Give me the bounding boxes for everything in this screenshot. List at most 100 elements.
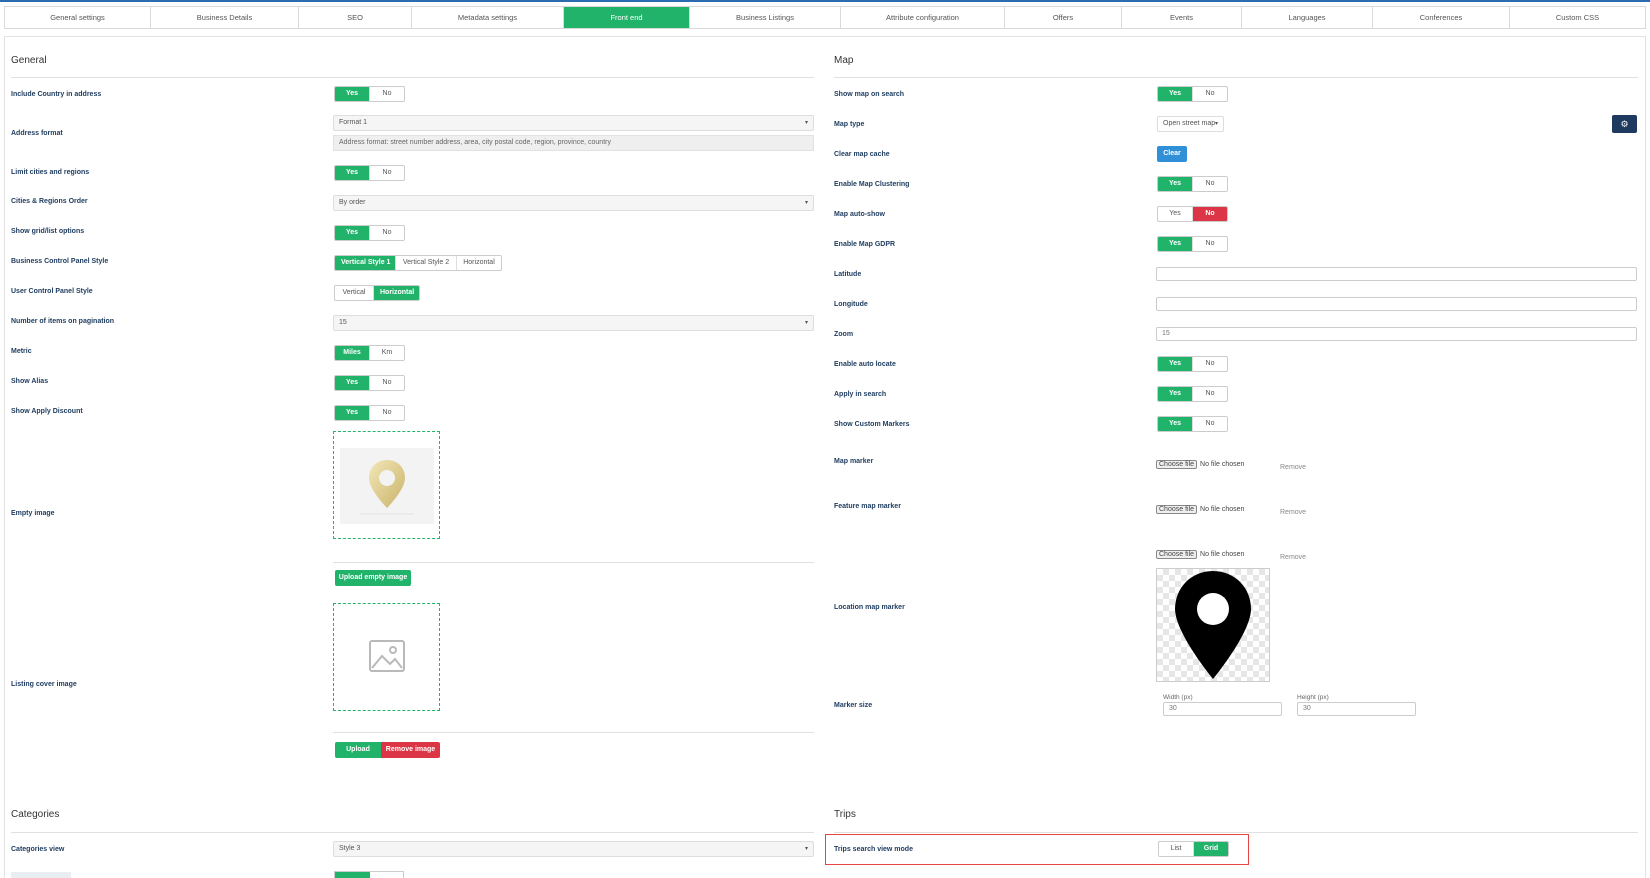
auto-locate-toggle: Yes No bbox=[1157, 356, 1228, 372]
choose-file-button[interactable]: Choose file bbox=[1156, 505, 1198, 514]
remove-cover-button[interactable]: Remove image bbox=[381, 742, 440, 758]
map-marker-label: Map marker bbox=[834, 458, 874, 465]
include-country-yes[interactable]: Yes bbox=[335, 87, 370, 101]
tab-offers[interactable]: Offers bbox=[1005, 7, 1122, 28]
tab-conferences[interactable]: Conferences bbox=[1373, 7, 1510, 28]
clustering-no[interactable]: No bbox=[1193, 177, 1227, 191]
width-label: Width (px) bbox=[1163, 694, 1193, 701]
location-pin-icon bbox=[360, 460, 414, 515]
auto-locate-no[interactable]: No bbox=[1193, 357, 1227, 371]
map-marker-file-input[interactable]: Choose file No file chosen bbox=[1156, 460, 1244, 469]
tab-seo[interactable]: SEO bbox=[299, 7, 412, 28]
clustering-yes[interactable]: Yes bbox=[1158, 177, 1193, 191]
auto-show-label: Map auto-show bbox=[834, 211, 885, 218]
show-grid-yes[interactable]: Yes bbox=[335, 226, 370, 240]
address-format-value: Format 1 bbox=[339, 119, 368, 126]
show-map-search-yes[interactable]: Yes bbox=[1158, 87, 1193, 101]
zoom-label: Zoom bbox=[834, 331, 854, 338]
tab-events[interactable]: Events bbox=[1122, 7, 1242, 28]
pagination-select[interactable]: 15 ▾ bbox=[333, 315, 814, 331]
latitude-input[interactable] bbox=[1156, 267, 1637, 281]
cover-image-preview bbox=[333, 603, 440, 711]
feature-marker-remove-link[interactable]: Remove bbox=[1280, 509, 1306, 516]
business-cp-vertical-1[interactable]: Vertical Style 1 bbox=[335, 256, 396, 270]
show-grid-toggle: Yes No bbox=[334, 225, 405, 241]
show-discount-yes[interactable]: Yes bbox=[335, 406, 370, 420]
marker-width-input[interactable]: 30 bbox=[1163, 702, 1282, 716]
custom-markers-yes[interactable]: Yes bbox=[1158, 417, 1193, 431]
general-section-title: General bbox=[11, 55, 47, 66]
address-format-label: Address format bbox=[11, 130, 63, 137]
location-marker-label: Location map marker bbox=[834, 604, 905, 611]
zoom-input[interactable]: 15 bbox=[1156, 327, 1637, 341]
upload-empty-image-button[interactable]: Upload empty image bbox=[335, 570, 411, 586]
limit-cities-yes[interactable]: Yes bbox=[335, 166, 370, 180]
gdpr-no[interactable]: No bbox=[1193, 237, 1227, 251]
metric-miles[interactable]: Miles bbox=[335, 346, 370, 360]
map-type-select[interactable]: Open street map ▾ bbox=[1157, 116, 1224, 132]
feature-marker-label: Feature map marker bbox=[834, 503, 901, 510]
longitude-input[interactable] bbox=[1156, 297, 1637, 311]
custom-markers-no[interactable]: No bbox=[1193, 417, 1227, 431]
tab-front-end[interactable]: Front end bbox=[564, 7, 690, 28]
choose-file-button[interactable]: Choose file bbox=[1156, 460, 1198, 469]
divider bbox=[11, 77, 814, 78]
show-grid-label: Show grid/list options bbox=[11, 228, 85, 235]
upload-cover-button[interactable]: Upload bbox=[335, 742, 381, 758]
business-cp-vertical-2[interactable]: Vertical Style 2 bbox=[396, 256, 457, 270]
top-accent-bar bbox=[0, 0, 1650, 2]
show-map-search-no[interactable]: No bbox=[1193, 87, 1227, 101]
user-cp-vertical[interactable]: Vertical bbox=[335, 286, 374, 300]
limit-cities-no[interactable]: No bbox=[370, 166, 404, 180]
location-marker-file-input[interactable]: Choose file No file chosen bbox=[1156, 550, 1244, 559]
user-cp-horizontal[interactable]: Horizontal bbox=[374, 286, 419, 300]
tab-custom-css[interactable]: Custom CSS bbox=[1510, 7, 1645, 28]
clear-cache-button[interactable]: Clear bbox=[1157, 146, 1187, 162]
cities-order-select[interactable]: By order ▾ bbox=[333, 195, 814, 211]
auto-locate-yes[interactable]: Yes bbox=[1158, 357, 1193, 371]
map-section-title: Map bbox=[834, 55, 854, 66]
business-cp-horizontal[interactable]: Horizontal bbox=[457, 256, 501, 270]
chevron-down-icon: ▾ bbox=[804, 846, 808, 852]
tab-general-settings[interactable]: General settings bbox=[5, 7, 151, 28]
tab-business-details[interactable]: Business Details bbox=[151, 7, 299, 28]
location-pin-icon bbox=[1175, 571, 1251, 679]
feature-marker-file-input[interactable]: Choose file No file chosen bbox=[1156, 505, 1244, 514]
tab-metadata-settings[interactable]: Metadata settings bbox=[412, 7, 564, 28]
marker-size-label: Marker size bbox=[834, 702, 873, 709]
business-cp-toggle: Vertical Style 1 Vertical Style 2 Horizo… bbox=[334, 255, 502, 271]
gdpr-yes[interactable]: Yes bbox=[1158, 237, 1193, 251]
show-alias-yes[interactable]: Yes bbox=[335, 376, 370, 390]
apply-search-yes[interactable]: Yes bbox=[1158, 387, 1193, 401]
auto-show-no[interactable]: No bbox=[1193, 207, 1227, 221]
map-settings-button[interactable]: ⚙ bbox=[1612, 115, 1637, 133]
marker-height-input[interactable]: 30 bbox=[1297, 702, 1416, 716]
business-cp-label: Business Control Panel Style bbox=[11, 258, 109, 265]
show-alias-label: Show Alias bbox=[11, 378, 49, 385]
latitude-label: Latitude bbox=[834, 271, 862, 278]
next-row-toggle-cutoff bbox=[334, 871, 404, 878]
tab-attribute-configuration[interactable]: Attribute configuration bbox=[841, 7, 1005, 28]
image-placeholder-icon bbox=[369, 640, 405, 672]
tab-business-listings[interactable]: Business Listings bbox=[690, 7, 841, 28]
metric-toggle: Miles Km bbox=[334, 345, 405, 361]
include-country-no[interactable]: No bbox=[370, 87, 404, 101]
gdpr-toggle: Yes No bbox=[1157, 236, 1228, 252]
show-alias-no[interactable]: No bbox=[370, 376, 404, 390]
categories-view-select[interactable]: Style 3 ▾ bbox=[333, 841, 814, 857]
map-marker-remove-link[interactable]: Remove bbox=[1280, 464, 1306, 471]
user-cp-label: User Control Panel Style bbox=[11, 288, 93, 295]
show-discount-no[interactable]: No bbox=[370, 406, 404, 420]
choose-file-button[interactable]: Choose file bbox=[1156, 550, 1198, 559]
empty-image-label: Empty image bbox=[11, 510, 55, 517]
settings-panel bbox=[4, 36, 1646, 878]
address-format-select[interactable]: Format 1 ▾ bbox=[333, 115, 814, 131]
cities-order-label: Cities & Regions Order bbox=[11, 198, 88, 205]
location-marker-remove-link[interactable]: Remove bbox=[1280, 554, 1306, 561]
show-discount-toggle: Yes No bbox=[334, 405, 405, 421]
apply-search-no[interactable]: No bbox=[1193, 387, 1227, 401]
show-grid-no[interactable]: No bbox=[370, 226, 404, 240]
auto-show-yes[interactable]: Yes bbox=[1158, 207, 1193, 221]
metric-km[interactable]: Km bbox=[370, 346, 404, 360]
tab-languages[interactable]: Languages bbox=[1242, 7, 1373, 28]
